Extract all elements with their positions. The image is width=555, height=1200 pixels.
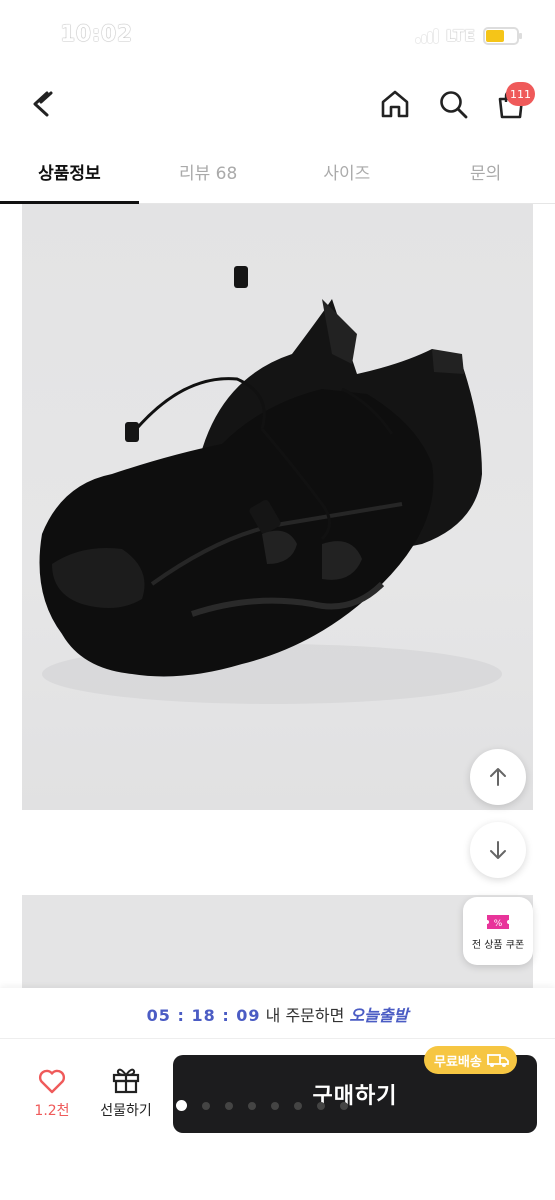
home-button[interactable] <box>373 82 417 126</box>
carousel-dot-active <box>176 1100 187 1111</box>
cart-button[interactable]: 111 <box>489 82 535 126</box>
product-image <box>22 204 533 810</box>
carousel-dot <box>294 1101 302 1110</box>
coupon-button[interactable]: % 전 상품 쿠폰 <box>463 897 533 965</box>
shipping-deadline: 05 : 18 : 09 내 주문하면 오늘출발 <box>0 1002 555 1026</box>
carousel-dot <box>317 1101 325 1110</box>
countdown-timer: 05 : 18 : 09 <box>146 1006 261 1025</box>
truck-icon <box>486 1054 509 1067</box>
divider <box>0 1038 555 1039</box>
search-icon <box>440 91 468 119</box>
gift-label: 선물하기 <box>100 1103 152 1119</box>
carousel-dot <box>248 1101 256 1110</box>
home-icon <box>381 90 409 118</box>
battery-icon <box>483 26 522 45</box>
carousel-dot <box>340 1101 348 1110</box>
svg-text:%: % <box>494 919 503 929</box>
gift-icon <box>112 1068 140 1094</box>
product-detail-screen: 10:02 LTE 111 상품정보 리뷰 68 사이즈 문의 % 전 상품 쿠… <box>0 0 555 1200</box>
deadline-text: 내 주문하면 <box>265 1006 345 1025</box>
purchase-bar: 05 : 18 : 09 내 주문하면 오늘출발 1.2천 선물하기 구매하기 <box>0 988 555 1200</box>
carousel-dot <box>202 1101 210 1110</box>
chevron-left-icon <box>33 91 53 117</box>
tab-reviews[interactable]: 리뷰 68 <box>139 140 278 203</box>
tab-inquiry[interactable]: 문의 <box>416 140 555 203</box>
tab-product-info[interactable]: 상품정보 <box>0 140 139 204</box>
coupon-icon: % <box>487 914 509 929</box>
header-actions: 111 <box>373 82 535 126</box>
product-image-2 <box>22 895 533 990</box>
free-shipping-label: 무료배송 <box>434 1054 482 1070</box>
like-count: 1.2천 <box>34 1103 70 1119</box>
scroll-top-button[interactable] <box>470 749 526 805</box>
status-bar: 10:02 LTE <box>0 0 555 74</box>
shoe-illustration <box>39 266 502 704</box>
free-shipping-badge: 무료배송 <box>424 1046 517 1074</box>
product-tabs: 상품정보 리뷰 68 사이즈 문의 <box>0 140 555 204</box>
like-button[interactable]: 1.2천 <box>20 1068 84 1128</box>
search-button[interactable] <box>431 82 475 126</box>
today-ship-label: 오늘출발 <box>349 1006 409 1025</box>
carousel-indicator <box>176 1100 348 1111</box>
status-indicators: LTE <box>415 26 522 45</box>
tab-size[interactable]: 사이즈 <box>278 140 417 203</box>
coupon-label: 전 상품 쿠폰 <box>471 939 525 951</box>
heart-icon <box>38 1069 66 1094</box>
arrow-down-icon <box>490 841 506 859</box>
carousel-dot <box>271 1101 279 1110</box>
network-type: LTE <box>445 26 475 45</box>
top-header: 111 <box>0 74 555 136</box>
cart-count-badge: 111 <box>506 82 535 106</box>
carousel-dot <box>225 1101 233 1110</box>
scroll-down-button[interactable] <box>470 822 526 878</box>
arrow-up-icon <box>490 768 506 786</box>
back-button[interactable] <box>20 82 64 126</box>
status-time: 10:02 <box>60 22 133 47</box>
signal-icon <box>415 28 438 43</box>
gift-button[interactable]: 선물하기 <box>92 1066 160 1128</box>
